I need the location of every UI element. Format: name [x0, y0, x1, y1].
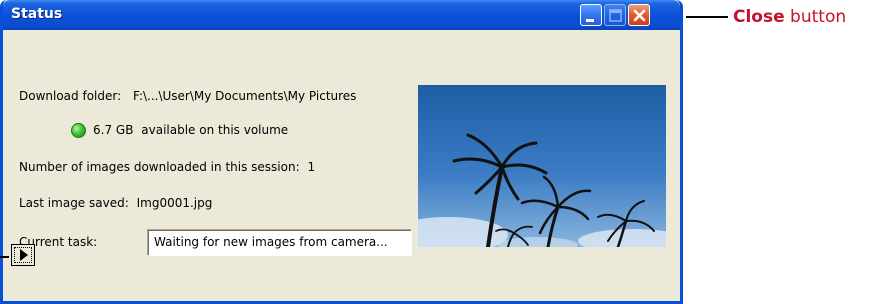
download-folder-value: F:\...\User\My Documents\My Pictures	[132, 89, 357, 103]
close-icon	[633, 9, 646, 22]
close-callout-line	[686, 16, 728, 18]
volume-space-text: available on this volume	[141, 123, 289, 137]
current-task-field: Waiting for new images from camera...	[147, 229, 412, 256]
last-image-row: Last image saved: Img0001.jpg	[19, 196, 212, 210]
download-folder-label: Download folder:	[19, 89, 122, 103]
images-downloaded-label: Number of images downloaded in this sess…	[19, 160, 300, 174]
title-bar[interactable]: Status	[3, 0, 680, 30]
minimize-button[interactable]	[580, 4, 602, 26]
images-downloaded-row: Number of images downloaded in this sess…	[19, 160, 315, 174]
volume-space-value: 6.7 GB	[93, 123, 134, 137]
images-downloaded-count: 1	[307, 160, 316, 174]
close-button[interactable]	[628, 4, 650, 26]
close-callout-bold: Close	[733, 7, 785, 27]
status-window: Status Download folder: F:\...\User\My D…	[0, 0, 683, 304]
play-callout-line	[0, 256, 9, 258]
close-callout-rest: button	[784, 7, 847, 27]
image-preview	[418, 85, 666, 247]
close-callout-label: Close button	[733, 7, 846, 27]
play-button[interactable]	[11, 244, 35, 266]
minimize-icon	[586, 19, 594, 22]
last-image-value: Img0001.jpg	[136, 196, 213, 210]
volume-space-row: 6.7 GB available on this volume	[93, 123, 288, 137]
play-icon	[20, 249, 28, 261]
download-folder-row: Download folder: F:\...\User\My Document…	[19, 89, 356, 103]
maximize-button	[604, 4, 626, 26]
maximize-icon	[609, 9, 622, 22]
volume-status-icon	[71, 123, 86, 138]
window-title: Status	[11, 6, 63, 22]
status-content: Download folder: F:\...\User\My Document…	[3, 30, 680, 301]
last-image-label: Last image saved:	[19, 196, 129, 210]
